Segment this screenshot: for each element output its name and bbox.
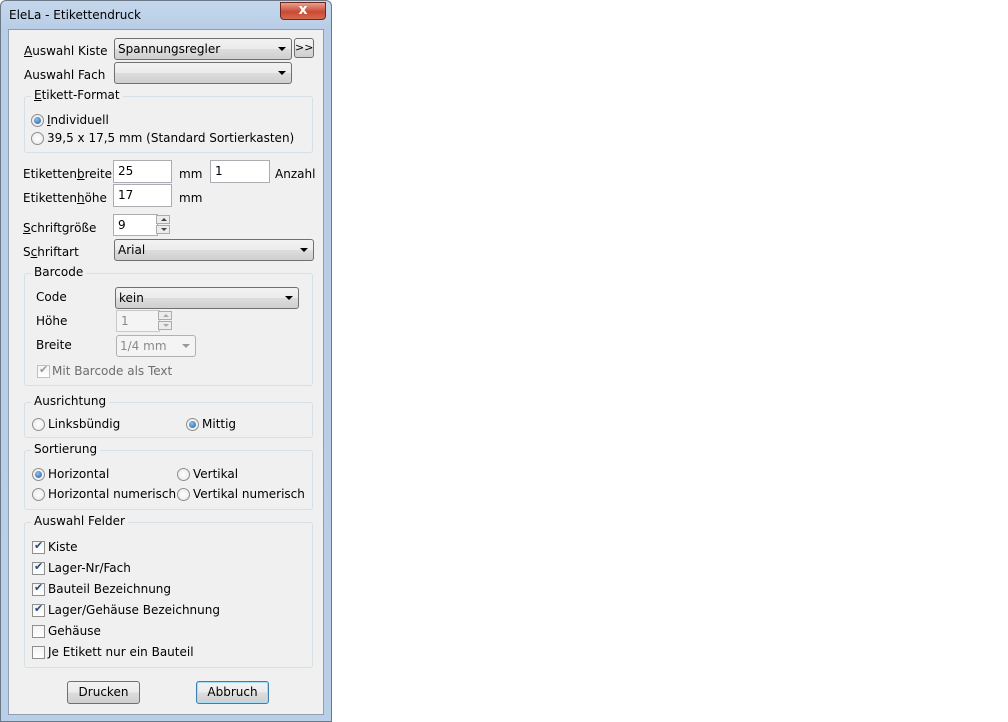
breite-label: Etikettenbreite — [23, 167, 113, 181]
kiste-more-button[interactable]: >> — [294, 38, 314, 58]
barcode-mit-text-label: Mit Barcode als Text — [52, 364, 173, 378]
felder-group-title: Auswahl Felder — [31, 514, 128, 528]
window-title: EleLa - Etikettendruck — [9, 8, 141, 22]
ausrichtung-links-radio[interactable] — [32, 418, 45, 431]
chevron-down-icon — [300, 248, 308, 252]
feld-lager-gehaeuse-bezeichnung-checkbox[interactable] — [32, 602, 45, 617]
schriftgroesse-spinner[interactable] — [156, 215, 172, 236]
feld-lager-nr-fach-checkbox[interactable] — [32, 560, 45, 575]
barcode-hoehe-value: 1 — [121, 314, 129, 328]
sortierung-group-title: Sortierung — [31, 442, 101, 456]
spin-down-icon[interactable] — [156, 225, 170, 234]
spin-up-icon[interactable] — [158, 311, 172, 320]
kiste-select[interactable]: Spannungsregler — [114, 38, 292, 60]
schriftart-select-value: Arial — [118, 243, 146, 257]
ausrichtung-group-title: Ausrichtung — [31, 394, 110, 408]
feld-gehaeuse-checkbox[interactable] — [32, 625, 45, 638]
feld-kiste-checkbox[interactable] — [32, 539, 45, 554]
hoehe-unit: mm — [179, 191, 203, 205]
hoehe-label: Etikettenhöhe — [23, 191, 107, 205]
barcode-group-title: Barcode — [31, 265, 87, 279]
drucken-button[interactable]: Drucken — [67, 681, 140, 704]
chevron-down-icon — [182, 344, 190, 348]
barcode-hoehe-label: Höhe — [36, 314, 68, 328]
barcode-hoehe-spinner[interactable] — [158, 311, 174, 332]
barcode-breite-select[interactable]: 1/4 mm — [116, 335, 196, 357]
dialog-window: EleLa - Etikettendruck x Auswahl Kiste S… — [0, 0, 332, 722]
feld-gehaeuse-label: Gehäuse — [48, 624, 101, 638]
format-individuell-label: Individuell — [47, 113, 109, 127]
kiste-select-value: Spannungsregler — [118, 42, 221, 56]
schriftart-select[interactable]: Arial — [114, 239, 314, 261]
anzahl-input-value: 1 — [215, 164, 223, 178]
barcode-hoehe-input[interactable]: 1 — [116, 310, 160, 332]
title-bar: EleLa - Etikettendruck x — [1, 1, 331, 29]
chevron-down-icon — [278, 47, 286, 51]
breite-unit: mm — [179, 167, 203, 181]
anzahl-input[interactable]: 1 — [210, 160, 270, 183]
feld-bauteil-bezeichnung-label: Bauteil Bezeichnung — [48, 582, 172, 596]
format-standard-label: 39,5 x 17,5 mm (Standard Sortierkasten) — [47, 131, 295, 145]
fach-label: Auswahl Fach — [24, 68, 106, 82]
dialog-client-area: Auswahl Kiste Spannungsregler >> Auswahl… — [8, 29, 324, 715]
close-button[interactable]: x — [280, 2, 326, 20]
sortierung-vertikal-radio[interactable] — [177, 468, 190, 481]
format-individuell-radio[interactable] — [31, 114, 44, 127]
anzahl-label: Anzahl — [275, 167, 316, 181]
ausrichtung-mittig-label: Mittig — [202, 417, 237, 431]
format-group-title: Etikett-Format — [31, 88, 123, 102]
chevron-down-icon — [285, 296, 293, 300]
barcode-breite-label: Breite — [36, 338, 72, 352]
barcode-breite-value: 1/4 mm — [120, 339, 167, 353]
schriftart-label: Schriftart — [23, 245, 79, 259]
barcode-code-label: Code — [36, 290, 67, 304]
sortierung-vertikal-label: Vertikal — [193, 467, 239, 481]
sortierung-horizontal-numerisch-radio[interactable] — [32, 488, 45, 501]
sortierung-vertikal-numerisch-radio[interactable] — [177, 488, 190, 501]
spin-up-icon[interactable] — [156, 215, 170, 224]
chevron-down-icon — [278, 71, 286, 75]
schriftgroesse-label: Schriftgröße — [23, 221, 97, 235]
sortierung-horizontal-radio[interactable] — [32, 468, 45, 481]
feld-lager-nr-fach-label: Lager-Nr/Fach — [48, 561, 131, 575]
breite-input[interactable]: 25 — [113, 160, 172, 183]
ausrichtung-mittig-radio[interactable] — [186, 418, 199, 431]
sortierung-horizontal-label: Horizontal — [48, 467, 110, 481]
kiste-label: Auswahl Kiste — [24, 44, 108, 58]
hoehe-input[interactable]: 17 — [113, 184, 172, 207]
feld-je-etikett-checkbox[interactable] — [32, 646, 45, 659]
barcode-mit-text-checkbox[interactable] — [37, 363, 50, 378]
barcode-code-select[interactable]: kein — [115, 287, 299, 309]
format-standard-radio[interactable] — [31, 132, 44, 145]
schriftgroesse-input-value: 9 — [118, 218, 126, 232]
close-icon: x — [298, 2, 308, 18]
spin-down-icon[interactable] — [158, 321, 172, 330]
feld-bauteil-bezeichnung-checkbox[interactable] — [32, 581, 45, 596]
feld-je-etikett-label: Je Etikett nur ein Bauteil — [48, 645, 194, 659]
feld-lager-gehaeuse-bezeichnung-label: Lager/Gehäuse Bezeichnung — [48, 603, 220, 617]
feld-kiste-label: Kiste — [48, 540, 78, 554]
hoehe-input-value: 17 — [118, 188, 134, 202]
ausrichtung-links-label: Linksbündig — [48, 417, 121, 431]
abbruch-button[interactable]: Abbruch — [196, 681, 269, 704]
breite-input-value: 25 — [118, 164, 134, 178]
sortierung-vertikal-numerisch-label: Vertikal numerisch — [193, 487, 305, 501]
barcode-code-value: kein — [119, 291, 144, 305]
fach-select[interactable] — [114, 62, 292, 84]
schriftgroesse-input[interactable]: 9 — [113, 214, 158, 236]
sortierung-horizontal-numerisch-label: Horizontal numerisch — [48, 487, 177, 501]
